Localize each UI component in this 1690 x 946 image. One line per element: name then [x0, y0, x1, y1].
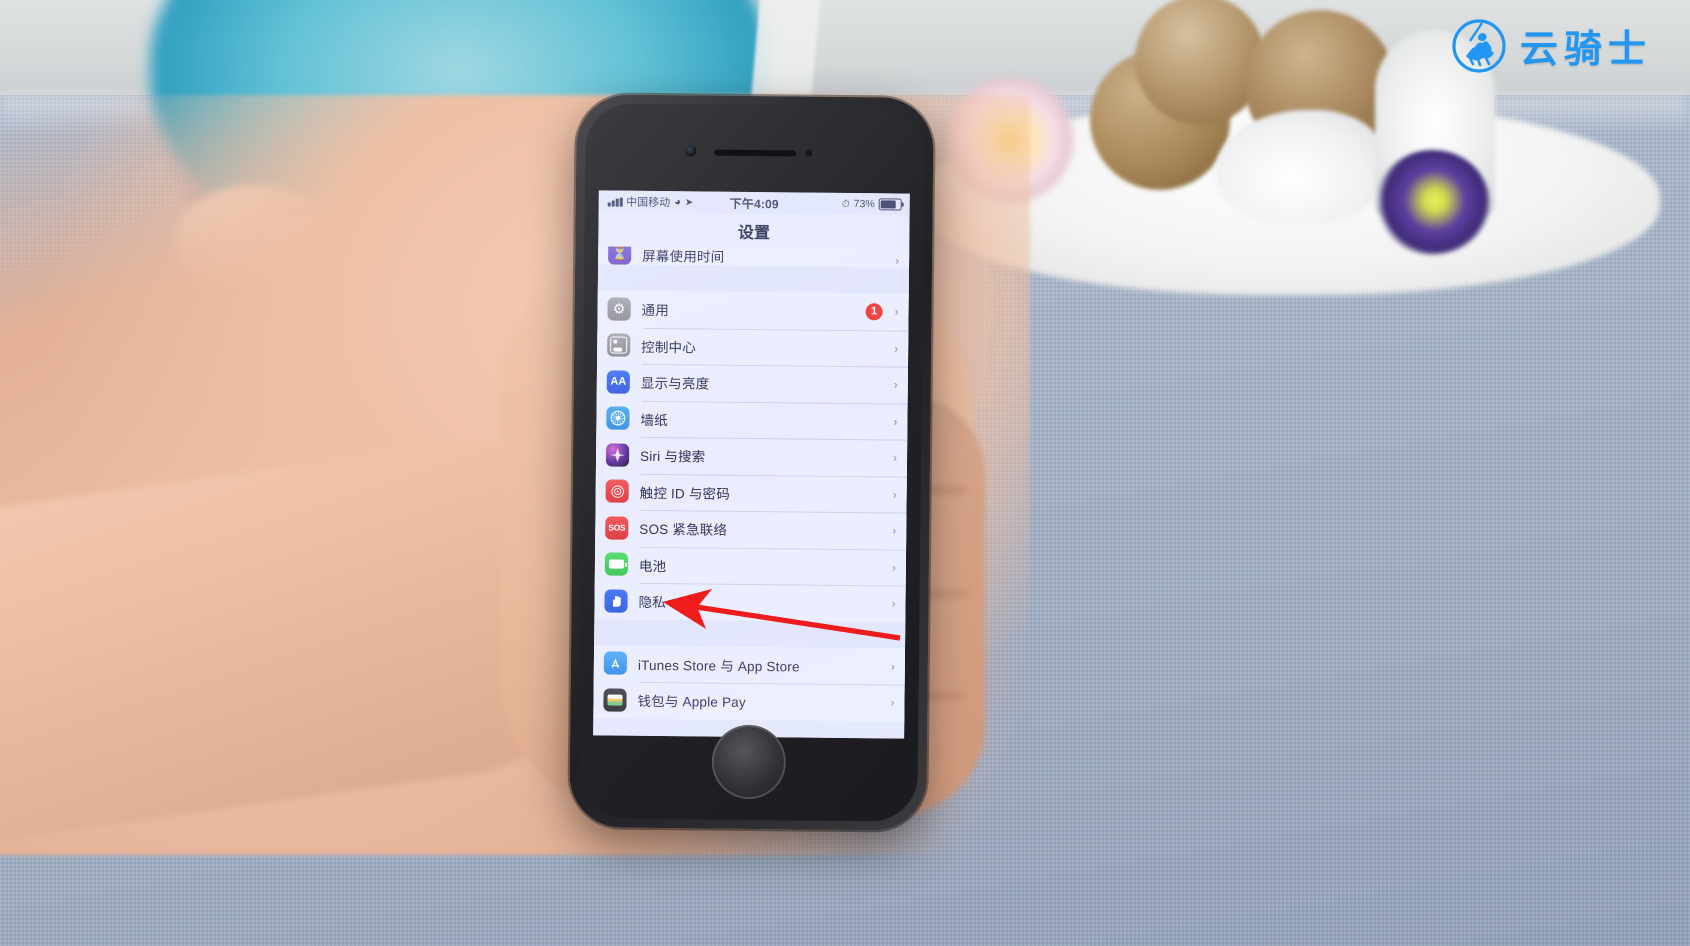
chevron-right-icon: › [892, 450, 898, 465]
control-center-icon [607, 333, 631, 357]
app-store-icon [603, 651, 628, 675]
settings-group-partial[interactable]: ⏳ 屏幕使用时间 › [598, 246, 910, 268]
phone-screen: 中国移动 ◕ ➤ 下午4:09 ⏱ 73% 设置 ⏳ 屏幕使用时间 › ⚙ 通用… [593, 190, 910, 739]
aa-glyph: AA [610, 375, 627, 388]
hand-glyph [612, 595, 621, 607]
group-separator [594, 618, 906, 649]
settings-row-control-center[interactable]: 控制中心 › [597, 326, 909, 367]
gear-icon: ⚙ [607, 297, 631, 321]
settings-row-itunes-app-store[interactable]: iTunes Store 与 App Store › [593, 644, 906, 685]
status-bar: 中国移动 ◕ ➤ 下午4:09 ⏱ 73% [598, 190, 910, 216]
display-brightness-icon: AA [606, 370, 630, 394]
nav-bar: 设置 [598, 212, 910, 250]
watermark-brand-text: 云骑士 [1519, 26, 1652, 71]
watermark-logo: 云骑士 [1448, 14, 1652, 76]
settings-row-screentime[interactable]: ⏳ 屏幕使用时间 › [598, 246, 910, 268]
app-store-glyph [611, 658, 620, 668]
settings-row-wallpaper[interactable]: 墙纸 › [596, 399, 908, 440]
purple-flower [1375, 150, 1490, 255]
rattan-ball-2 [1135, 0, 1265, 125]
settings-row-label: 隐私 [638, 595, 667, 611]
settings-row-label: 显示与亮度 [640, 376, 710, 392]
earpiece-speaker [713, 149, 796, 157]
chevron-right-icon: › [892, 487, 897, 502]
status-bar-time: 下午4:09 [729, 196, 779, 211]
battery-settings-icon [604, 552, 629, 576]
chevron-right-icon: › [894, 304, 899, 319]
settings-list[interactable]: ⏳ 屏幕使用时间 › ⚙ 通用 1 › 控制中心 › AA 显示与亮度 › 墙纸… [593, 246, 910, 739]
chevron-right-icon: › [893, 414, 898, 429]
front-camera-icon [685, 145, 697, 157]
sos-icon: SOS [605, 516, 629, 540]
settings-row-siri[interactable]: Siri 与搜索 › [595, 436, 908, 477]
settings-group-stores[interactable]: iTunes Store 与 App Store › 钱包与 Apple Pay… [593, 644, 906, 722]
settings-row-wallet-apple-pay[interactable]: 钱包与 Apple Pay › [593, 681, 905, 722]
chevron-right-icon: › [890, 695, 895, 710]
settings-row-label: 电池 [638, 558, 667, 574]
proximity-sensor [805, 149, 813, 157]
settings-group-system[interactable]: ⚙ 通用 1 › 控制中心 › AA 显示与亮度 › 墙纸 › Siri 与搜索… [594, 290, 909, 623]
settings-row-label: 屏幕使用时间 [642, 248, 725, 265]
battery-icon [878, 198, 902, 211]
settings-row-label: 控制中心 [641, 339, 697, 356]
settings-row-sos[interactable]: SOS SOS 紧急联络 › [595, 509, 907, 550]
siri-swirl [609, 448, 626, 462]
settings-row-label: SOS 紧急联络 [639, 522, 728, 538]
chevron-right-icon: › [892, 523, 897, 538]
settings-row-touch-id[interactable]: 触控 ID 与密码 › [595, 472, 907, 513]
wallet-icon [603, 688, 627, 712]
home-button[interactable] [710, 724, 786, 800]
sos-glyph: SOS [608, 522, 626, 533]
horseman-glyph [1452, 19, 1506, 73]
status-badge: 1 [865, 302, 883, 321]
chevron-right-icon: › [890, 659, 895, 674]
settings-row-label: 钱包与 Apple Pay [637, 694, 746, 711]
hourglass-icon: ⏳ [608, 246, 632, 265]
settings-row-display-brightness[interactable]: AA 显示与亮度 › [596, 363, 909, 404]
settings-row-general[interactable]: ⚙ 通用 1 › [597, 290, 909, 331]
settings-row-label: 触控 ID 与密码 [639, 485, 731, 502]
chevron-right-icon: › [893, 377, 898, 392]
page-title: 设置 [737, 224, 770, 243]
touch-id-icon [605, 479, 629, 503]
chevron-right-icon: › [891, 596, 896, 611]
settings-row-label: 通用 [641, 303, 670, 319]
settings-row-label: Siri 与搜索 [639, 449, 706, 465]
siri-icon [605, 443, 630, 467]
chevron-right-icon: › [891, 560, 896, 575]
horseman-circle-logo [1448, 14, 1510, 76]
group-separator [597, 264, 910, 294]
chevron-right-icon: › [895, 253, 900, 268]
chevron-right-icon: › [894, 341, 899, 356]
settings-row-label: iTunes Store 与 App Store [637, 657, 800, 675]
settings-row-label: 墙纸 [640, 412, 668, 428]
iphone-device: 中国移动 ◕ ➤ 下午4:09 ⏱ 73% 设置 ⏳ 屏幕使用时间 › ⚙ 通用… [569, 94, 934, 831]
settings-row-privacy[interactable]: 隐私 › [594, 582, 906, 623]
wallpaper-icon [606, 406, 630, 430]
settings-row-battery[interactable]: 电池 › [594, 545, 907, 586]
privacy-hand-icon [604, 589, 628, 613]
